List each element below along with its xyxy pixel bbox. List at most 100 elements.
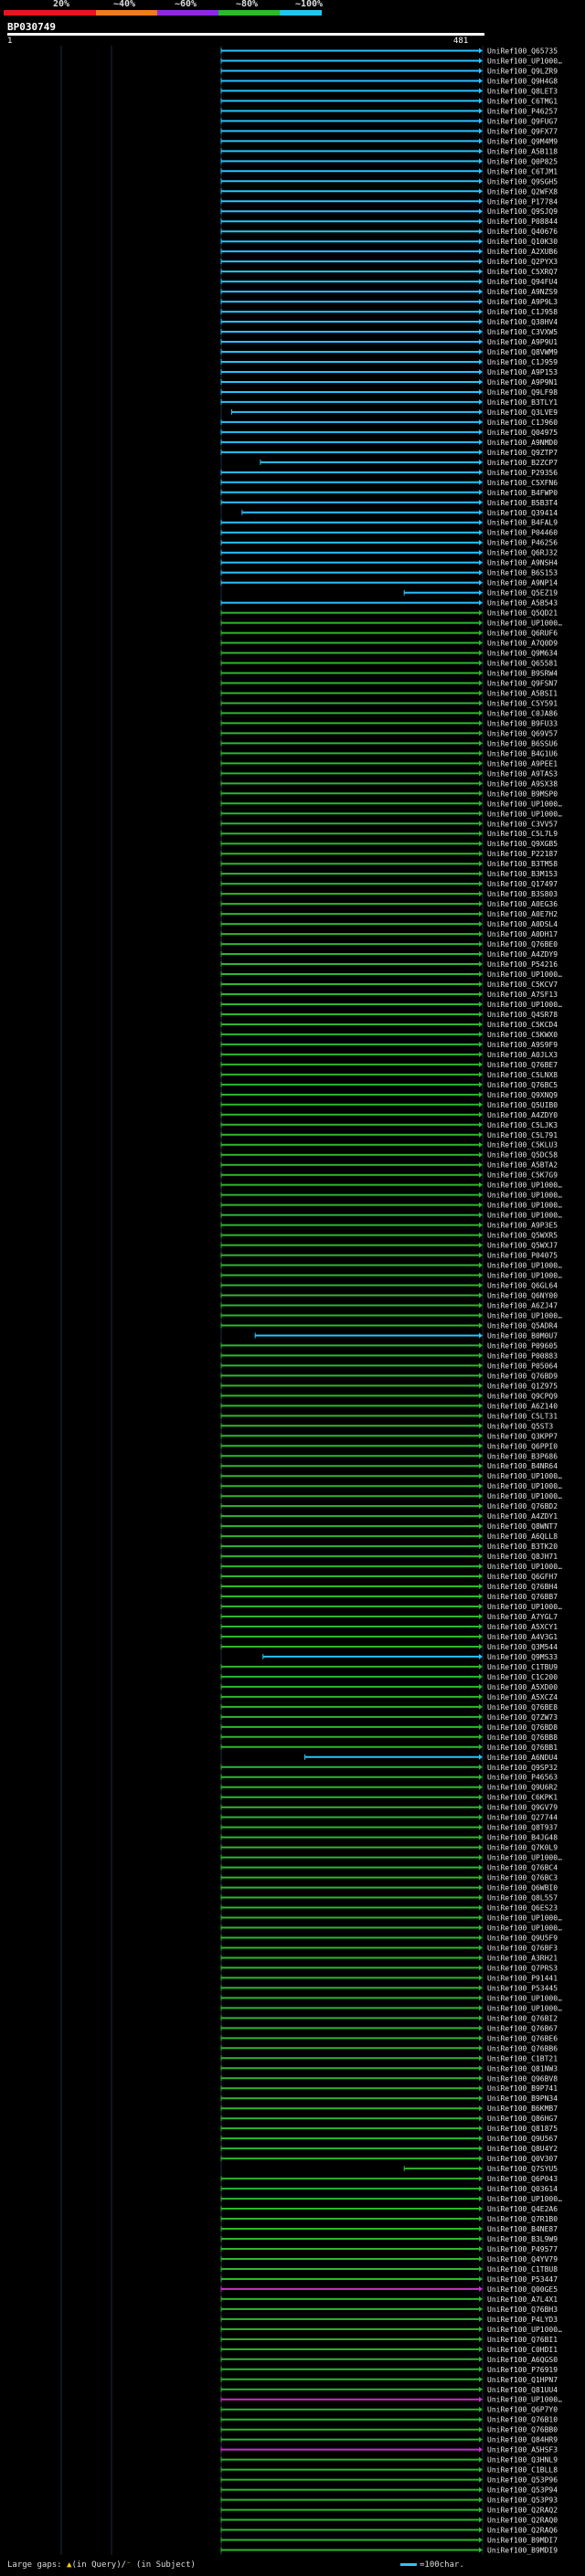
hit-row[interactable]: UniRef100_C1J959 — [220, 358, 558, 366]
hit-row[interactable]: UniRef100_Q76BI2 — [220, 2014, 558, 2022]
hit-row[interactable]: UniRef100_Q53P93 — [220, 2496, 558, 2505]
hit-label[interactable]: UniRef100_Q3LVE9 — [487, 408, 558, 417]
hit-row[interactable]: UniRef100_Q6WBI0 — [220, 1884, 558, 1892]
hit-label[interactable]: UniRef100_P22187 — [487, 850, 558, 858]
hit-row[interactable]: UniRef100_C3VV57 — [220, 820, 558, 828]
hit-label[interactable]: UniRef100_P29356 — [487, 469, 558, 477]
hit-row[interactable]: UniRef100_B0M0U7 — [254, 1331, 558, 1340]
hit-row[interactable]: UniRef100_P49577 — [220, 2245, 558, 2253]
hit-row[interactable]: UniRef100_Q76BC3 — [220, 1874, 558, 1882]
hit-row[interactable]: UniRef100_B9FU33 — [220, 719, 558, 727]
hit-label[interactable]: UniRef100_B5B3T4 — [487, 499, 558, 507]
hit-row[interactable]: UniRef100_Q5ADR4 — [220, 1321, 558, 1330]
hit-row[interactable]: UniRef100_UP1000… — [220, 1994, 562, 2002]
hit-row[interactable]: UniRef100_Q8T937 — [220, 1824, 558, 1832]
hit-row[interactable]: UniRef100_B4G1U6 — [220, 749, 558, 758]
hit-label[interactable]: UniRef100_UP1000… — [487, 810, 562, 818]
hit-row[interactable]: UniRef100_Q9LZR9 — [220, 67, 558, 75]
hit-label[interactable]: UniRef100_B3S803 — [487, 890, 558, 898]
hit-row[interactable]: UniRef100_A7Q0D9 — [220, 640, 558, 648]
hit-row[interactable]: UniRef100_Q9MS33 — [262, 1653, 558, 1661]
hit-label[interactable]: UniRef100_Q76BE7 — [487, 1061, 558, 1069]
hit-row[interactable]: UniRef100_A7SF13 — [220, 991, 558, 999]
hit-row[interactable]: UniRef100_Q81875 — [220, 2125, 558, 2133]
hit-label[interactable]: UniRef100_UP1000… — [487, 1182, 562, 1190]
hit-row[interactable]: UniRef100_Q0V307 — [220, 2155, 558, 2163]
hit-label[interactable]: UniRef100_Q76BC4 — [487, 1864, 558, 1872]
hit-label[interactable]: UniRef100_A9P9N1 — [487, 378, 558, 387]
hit-label[interactable]: UniRef100_Q76BB0 — [487, 2426, 558, 2434]
hit-row[interactable]: UniRef100_Q38HV4 — [220, 318, 558, 326]
hit-label[interactable]: UniRef100_A5B543 — [487, 599, 558, 608]
hit-label[interactable]: UniRef100_A4ZDY9 — [487, 950, 558, 959]
hit-row[interactable]: UniRef100_A9PEE1 — [220, 759, 558, 768]
hit-label[interactable]: UniRef100_UP1000… — [487, 1472, 562, 1480]
hit-row[interactable]: UniRef100_B4FWP0 — [220, 489, 558, 497]
hit-row[interactable]: UniRef100_P09605 — [220, 1341, 558, 1350]
hit-row[interactable]: UniRef100_Q9FUG7 — [220, 117, 558, 125]
hit-row[interactable]: UniRef100_UP1000… — [220, 2004, 562, 2012]
hit-row[interactable]: UniRef100_Q9ZTP7 — [220, 449, 558, 457]
hit-label[interactable]: UniRef100_Q9MS33 — [487, 1653, 558, 1661]
hit-label[interactable]: UniRef100_C1J958 — [487, 308, 558, 316]
hit-row[interactable]: UniRef100_A2XUB6 — [220, 248, 558, 256]
hit-row[interactable]: UniRef100_A9S9F9 — [220, 1041, 558, 1049]
hit-row[interactable]: UniRef100_Q6ES23 — [220, 1904, 558, 1913]
hit-label[interactable]: UniRef100_Q9SJQ9 — [487, 207, 558, 216]
hit-row[interactable]: UniRef100_Q6P043 — [220, 2175, 558, 2183]
hit-label[interactable]: UniRef100_A9NZS9 — [487, 288, 558, 296]
hit-label[interactable]: UniRef100_C3VXW5 — [487, 328, 558, 336]
hit-label[interactable]: UniRef100_A9PEE1 — [487, 759, 558, 768]
hit-label[interactable]: UniRef100_P04075 — [487, 1252, 558, 1260]
hit-label[interactable]: UniRef100_Q76BB8 — [487, 1733, 558, 1742]
hit-row[interactable]: UniRef100_UP1000… — [220, 810, 562, 818]
hit-label[interactable]: UniRef100_B6SSU6 — [487, 739, 558, 747]
hit-label[interactable]: UniRef100_Q7SYU5 — [487, 2165, 558, 2173]
hit-row[interactable]: UniRef100_Q76BD8 — [220, 1723, 558, 1732]
hit-row[interactable]: UniRef100_Q9CPQ9 — [220, 1392, 558, 1400]
hit-label[interactable]: UniRef100_C0HDI1 — [487, 2346, 558, 2354]
hit-label[interactable]: UniRef100_B9MDI9 — [487, 2547, 558, 2555]
hit-label[interactable]: UniRef100_Q76BH4 — [487, 1583, 558, 1591]
hit-label[interactable]: UniRef100_A9NMD0 — [487, 439, 558, 447]
hit-label[interactable]: UniRef100_Q6P7Y0 — [487, 2406, 558, 2414]
hit-label[interactable]: UniRef100_C1BT21 — [487, 2054, 558, 2062]
hit-row[interactable]: UniRef100_Q3LVE9 — [230, 408, 558, 417]
hit-row[interactable]: UniRef100_Q76B67 — [220, 2024, 558, 2032]
hit-label[interactable]: UniRef100_UP1000… — [487, 1563, 562, 1571]
hit-label[interactable]: UniRef100_B6KMB7 — [487, 2104, 558, 2113]
hit-row[interactable]: UniRef100_C1TBU8 — [220, 2265, 558, 2274]
hit-row[interactable]: UniRef100_Q9U567 — [220, 2135, 558, 2143]
hit-label[interactable]: UniRef100_Q8WNT7 — [487, 1522, 558, 1531]
hit-row[interactable]: UniRef100_Q9U6R2 — [220, 1784, 558, 1792]
hit-label[interactable]: UniRef100_Q3M544 — [487, 1643, 558, 1651]
hit-row[interactable]: UniRef100_A0JLX3 — [220, 1051, 558, 1059]
hit-label[interactable]: UniRef100_Q9LZR9 — [487, 67, 558, 75]
hit-label[interactable]: UniRef100_Q9XNQ9 — [487, 1091, 558, 1099]
hit-row[interactable]: UniRef100_Q76BB7 — [220, 1593, 558, 1601]
hit-label[interactable]: UniRef100_Q2RAQ0 — [487, 2517, 558, 2525]
hit-row[interactable]: UniRef100_B9P741 — [220, 2084, 558, 2093]
hit-label[interactable]: UniRef100_Q76B67 — [487, 2024, 558, 2032]
hit-row[interactable]: UniRef100_A0DH17 — [220, 930, 558, 938]
hit-row[interactable]: UniRef100_Q6RUF6 — [220, 630, 558, 638]
hit-row[interactable]: UniRef100_P17784 — [220, 197, 558, 206]
hit-row[interactable]: UniRef100_A6Z140 — [220, 1402, 558, 1410]
hit-row[interactable]: UniRef100_B3P686 — [220, 1452, 558, 1460]
hit-row[interactable]: UniRef100_B9MDI9 — [220, 2547, 558, 2555]
hit-label[interactable]: UniRef100_Q76BB1 — [487, 1744, 558, 1752]
hit-row[interactable]: UniRef100_A5BSI1 — [220, 689, 558, 697]
hit-label[interactable]: UniRef100_P49577 — [487, 2245, 558, 2253]
hit-row[interactable]: UniRef100_Q76BE6 — [220, 2034, 558, 2042]
hit-row[interactable]: UniRef100_Q5QD21 — [220, 610, 558, 618]
hit-label[interactable]: UniRef100_B4FWP0 — [487, 489, 558, 497]
hit-label[interactable]: UniRef100_Q3KPP7 — [487, 1432, 558, 1440]
hit-label[interactable]: UniRef100_P46257 — [487, 107, 558, 115]
hit-row[interactable]: UniRef100_C3VXW5 — [220, 328, 558, 336]
hit-label[interactable]: UniRef100_Q76BD8 — [487, 1723, 558, 1732]
hit-row[interactable]: UniRef100_Q9H4G8 — [220, 77, 558, 85]
hit-row[interactable]: UniRef100_Q03614 — [220, 2185, 558, 2193]
hit-row[interactable]: UniRef100_B3L9W9 — [220, 2235, 558, 2243]
hit-label[interactable]: UniRef100_C5KWX0 — [487, 1031, 558, 1039]
hit-row[interactable]: UniRef100_Q8L557 — [220, 1894, 558, 1903]
